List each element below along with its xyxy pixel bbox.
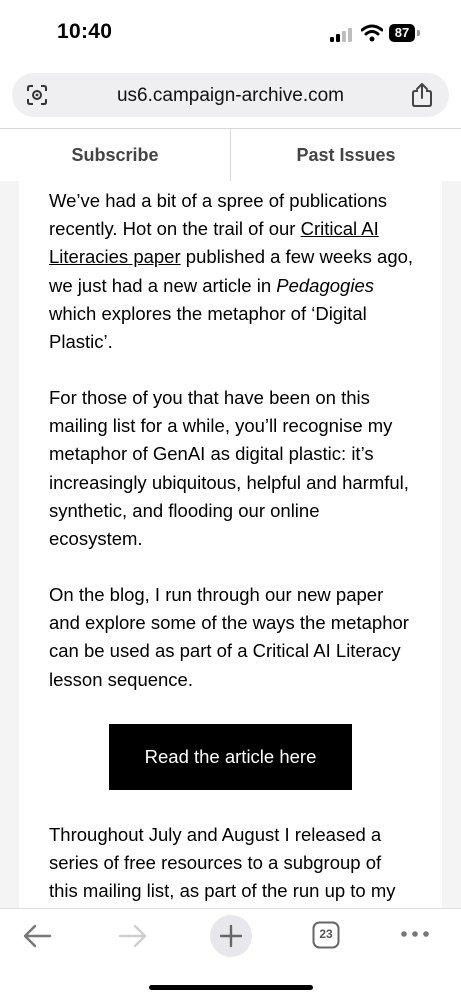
newsletter-body: We’ve had a bit of a spree of publicatio… <box>19 181 442 908</box>
more-icon[interactable] <box>399 929 431 939</box>
plus-icon[interactable] <box>209 914 253 958</box>
signal-bars-icon <box>330 28 352 42</box>
read-article-button[interactable]: Read the article here <box>109 724 352 790</box>
blog-paragraph: On the blog, I run through our new paper… <box>49 584 409 690</box>
back-arrow-icon[interactable] <box>22 923 52 949</box>
url-bar[interactable]: us6.campaign-archive.com <box>12 73 449 117</box>
status-bar: 10:40 87 <box>0 0 461 66</box>
journal-name: Pedagogies <box>276 274 374 296</box>
status-time: 10:40 <box>57 20 113 43</box>
intro-paragraph: We’ve had a bit of a spree of publicatio… <box>49 187 414 356</box>
resources-paragraph: Throughout July and August I released a … <box>49 824 396 902</box>
battery-indicator: 87 <box>389 24 421 42</box>
newsletter-nav: Subscribe Past Issues <box>0 128 461 182</box>
wifi-icon <box>361 24 383 42</box>
past-issues-link[interactable]: Past Issues <box>231 129 461 181</box>
home-indicator <box>149 985 313 990</box>
intro-text-end: which explores the metaphor of ‘Digital … <box>49 302 367 353</box>
subscribe-link[interactable]: Subscribe <box>0 129 230 181</box>
page-background: We’ve had a bit of a spree of publicatio… <box>0 181 461 908</box>
tab-count: 23 <box>319 927 333 941</box>
metaphor-paragraph: For those of you that have been on this … <box>49 387 409 550</box>
tabs-button[interactable]: 23 <box>312 921 340 949</box>
battery-level: 87 <box>389 24 415 42</box>
battery-cap <box>417 30 420 36</box>
share-icon[interactable] <box>410 82 434 108</box>
url-text[interactable]: us6.campaign-archive.com <box>12 85 449 107</box>
forward-arrow-icon[interactable] <box>118 923 148 949</box>
